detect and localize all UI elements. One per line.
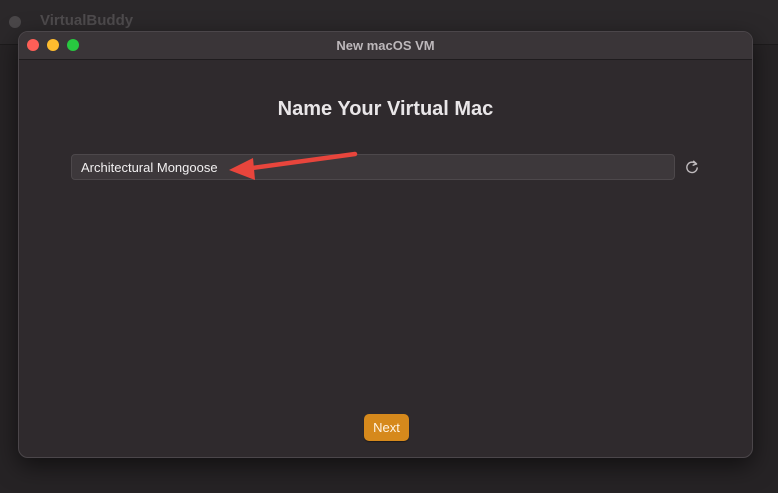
background-window-control[interactable] [9, 16, 21, 28]
refresh-name-button[interactable] [683, 158, 701, 176]
window-titlebar: New macOS VM [19, 32, 752, 60]
refresh-icon [686, 160, 698, 174]
vm-name-field-container [71, 154, 675, 180]
vm-name-input[interactable] [72, 155, 674, 179]
background-app-title: VirtualBuddy [40, 12, 134, 29]
window-title: New macOS VM [336, 38, 435, 53]
new-vm-window: New macOS VM Name Your Virtual Mac Next [18, 31, 753, 458]
next-button[interactable]: Next [364, 414, 409, 441]
annotation-arrow [229, 151, 358, 180]
page-title: Name Your Virtual Mac [277, 98, 494, 120]
